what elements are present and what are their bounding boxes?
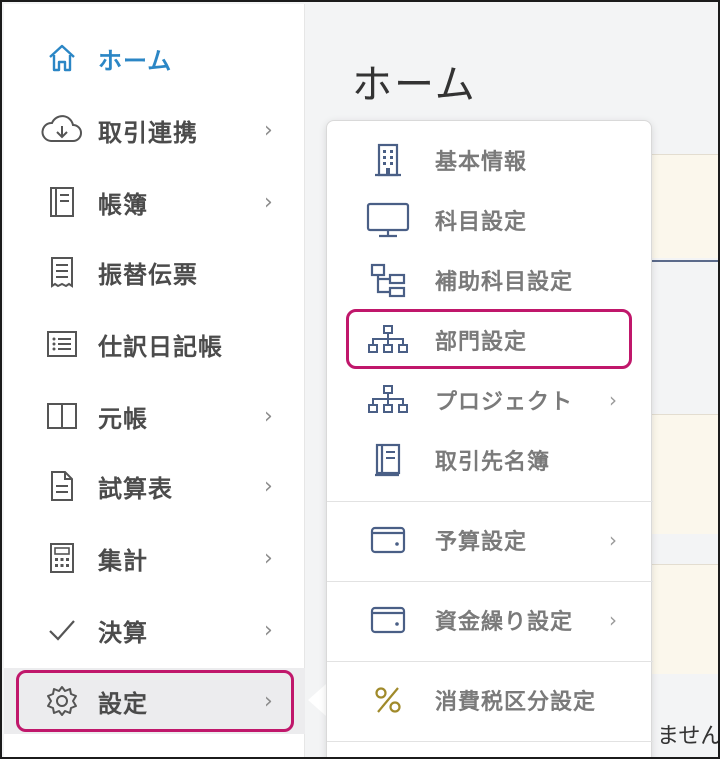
sidebar-item-books[interactable]: 帳簿 › [4,170,305,234]
sidebar-item-label: 集計 [98,546,148,575]
sidebar-item-label: 元帳 [98,404,148,433]
department-settings-highlight-box [346,309,632,369]
screenshot-frame: ホーム ません ホーム 取引連携 › 帳簿 › 振替伝票 仕訳日記帳 元帳 › … [0,0,720,759]
menu-item-partner-directory[interactable]: 取引先名簿 [327,431,653,489]
ledger-icon [40,398,84,434]
wallet-icon [365,600,411,640]
sidebar-item-transfer-slip[interactable]: 振替伝票 [4,240,305,304]
chevron-right-icon: › [264,189,273,215]
building-icon [365,140,411,180]
sub-hierarchy-icon [365,260,411,300]
sidebar-item-aggregate[interactable]: 集計 › [4,526,305,590]
menu-item-label: 補助科目設定 [435,270,574,295]
menu-item-label: 消費税区分設定 [435,690,597,715]
list-icon [40,326,84,362]
sidebar-item-label: 取引連携 [98,118,198,147]
sidebar-item-label: 試算表 [98,474,173,503]
receipt-icon [40,254,84,290]
org-chart-icon [365,380,411,420]
sidebar-item-label: 仕訳日記帳 [98,332,223,361]
background-text: ません [657,724,720,749]
sidebar: ホーム 取引連携 › 帳簿 › 振替伝票 仕訳日記帳 元帳 › 試算表 › 集計… [4,4,305,757]
menu-item-label: 資金繰り設定 [435,610,574,635]
sidebar-item-label: 振替伝票 [98,260,198,289]
menu-item-sub-account-settings[interactable]: 補助科目設定 [327,251,653,309]
menu-divider [327,581,653,582]
chevron-right-icon: › [264,617,273,643]
menu-divider [327,661,653,662]
settings-menu: 基本情報 科目設定 補助科目設定 部門設定 プロジェクト › 取引先名簿 予算設… [326,120,653,757]
document-icon [40,468,84,504]
monitor-icon [365,200,411,240]
menu-divider [327,741,653,742]
menu-item-label: 取引先名簿 [435,450,551,475]
menu-item-label: 科目設定 [435,210,528,235]
background-divider [652,260,718,262]
menu-item-cashflow-settings[interactable]: 資金繰り設定 › [327,591,653,649]
sidebar-item-transaction-link[interactable]: 取引連携 › [4,98,305,162]
page-title: ホーム [352,62,477,108]
sidebar-item-trial-balance[interactable]: 試算表 › [4,454,305,518]
menu-pointer [308,684,326,716]
book-icon [40,184,84,220]
menu-item-label: 基本情報 [435,150,528,175]
sidebar-item-journal[interactable]: 仕訳日記帳 [4,312,305,376]
menu-item-basic-info[interactable]: 基本情報 [327,131,653,189]
chevron-right-icon: › [264,473,273,499]
wallet-icon [365,520,411,560]
menu-item-project[interactable]: プロジェクト › [327,371,653,429]
chevron-right-icon: › [264,117,273,143]
sidebar-item-label: ホーム [98,46,173,75]
home-icon [40,40,84,76]
menu-divider [327,501,653,502]
menu-item-label: プロジェクト [435,390,574,415]
address-book-icon [365,440,411,480]
sidebar-item-ledger[interactable]: 元帳 › [4,384,305,448]
settings-highlight-box [16,670,294,732]
checkmark-icon [40,612,84,648]
chevron-right-icon: › [609,388,617,412]
menu-item-label: 予算設定 [435,530,528,555]
percent-icon [365,680,411,720]
menu-item-budget-settings[interactable]: 予算設定 › [327,511,653,569]
chevron-right-icon: › [264,545,273,571]
chevron-right-icon: › [609,608,617,632]
menu-item-account-settings[interactable]: 科目設定 [327,191,653,249]
sidebar-item-home[interactable]: ホーム [4,26,305,90]
cloud-download-icon [40,112,84,148]
sidebar-item-closing[interactable]: 決算 › [4,598,305,662]
chevron-right-icon: › [264,403,273,429]
menu-item-tax-category-settings[interactable]: 消費税区分設定 [327,671,653,729]
calculator-icon [40,540,84,576]
sidebar-item-label: 決算 [98,618,148,647]
sidebar-item-label: 帳簿 [98,190,148,219]
chevron-right-icon: › [609,528,617,552]
